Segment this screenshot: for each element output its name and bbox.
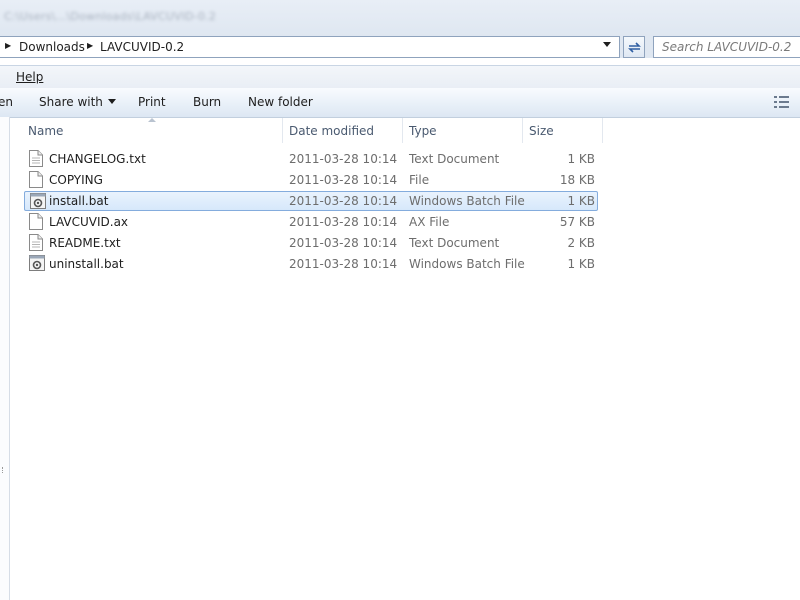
new-folder-button[interactable]: New folder bbox=[248, 95, 313, 109]
share-with-label: Share with bbox=[39, 95, 103, 109]
file-date: 2011-03-28 10:14 bbox=[289, 152, 398, 166]
menu-help[interactable]: Help bbox=[16, 70, 43, 84]
menu-help-label: Help bbox=[16, 70, 44, 84]
column-header-type[interactable]: Type bbox=[409, 124, 437, 138]
file-row-selected[interactable]: install.bat 2011-03-28 10:14 Windows Bat… bbox=[24, 191, 598, 211]
print-button[interactable]: Print bbox=[138, 95, 166, 109]
file-type: Text Document bbox=[409, 152, 500, 166]
breadcrumb-current-folder[interactable]: LAVCUVID-0.2 bbox=[100, 40, 184, 54]
file-row[interactable]: README.txt 2011-03-28 10:14 Text Documen… bbox=[24, 233, 598, 253]
menu-bar: Help bbox=[0, 65, 800, 88]
file-icon bbox=[29, 213, 43, 230]
file-size: 1 KB bbox=[567, 257, 595, 271]
file-date: 2011-03-28 10:14 bbox=[289, 236, 398, 250]
address-dropdown-icon[interactable] bbox=[603, 42, 611, 47]
refresh-button[interactable] bbox=[623, 36, 645, 58]
file-name: README.txt bbox=[49, 236, 121, 250]
file-row[interactable]: CHANGELOG.txt 2011-03-28 10:14 Text Docu… bbox=[24, 149, 598, 169]
column-header-name[interactable]: Name bbox=[28, 124, 63, 138]
file-row[interactable]: uninstall.bat 2011-03-28 10:14 Windows B… bbox=[24, 254, 598, 274]
column-divider[interactable] bbox=[522, 118, 523, 143]
file-type: File bbox=[409, 173, 430, 187]
file-type: Windows Batch File bbox=[409, 194, 525, 208]
file-date: 2011-03-28 10:14 bbox=[289, 173, 398, 187]
breadcrumb-downloads[interactable]: Downloads bbox=[19, 40, 85, 54]
file-name: install.bat bbox=[49, 194, 109, 208]
column-header-date[interactable]: Date modified bbox=[289, 124, 374, 138]
file-date: 2011-03-28 10:14 bbox=[289, 215, 398, 229]
file-size: 1 KB bbox=[567, 194, 595, 208]
open-button[interactable]: en bbox=[0, 95, 13, 109]
resize-grip-icon[interactable] bbox=[2, 467, 6, 473]
breadcrumb-arrow-icon[interactable]: ▶ bbox=[87, 41, 93, 50]
file-size: 2 KB bbox=[567, 236, 595, 250]
search-input[interactable]: Search LAVCUVID-0.2 bbox=[653, 36, 800, 58]
column-header-row: Name Date modified Type Size bbox=[10, 118, 800, 143]
share-with-button[interactable]: Share with bbox=[39, 95, 116, 109]
batch-file-icon bbox=[29, 255, 45, 271]
column-divider[interactable] bbox=[402, 118, 403, 143]
file-name: LAVCUVID.ax bbox=[49, 215, 129, 229]
file-name: uninstall.bat bbox=[49, 257, 124, 271]
navigation-pane-edge[interactable] bbox=[0, 117, 10, 600]
address-row: ▶ Downloads ▶ LAVCUVID-0.2 Search LAVCUV… bbox=[0, 36, 800, 58]
breadcrumb-arrow-icon[interactable]: ▶ bbox=[5, 41, 11, 50]
batch-file-icon bbox=[30, 193, 46, 209]
file-size: 57 KB bbox=[559, 215, 595, 229]
file-size: 18 KB bbox=[559, 173, 595, 187]
file-type: AX File bbox=[409, 215, 450, 229]
window-title: C:\Users\...\Downloads\LAVCUVID-0.2 bbox=[4, 10, 217, 23]
column-divider[interactable] bbox=[282, 118, 283, 143]
file-name: CHANGELOG.txt bbox=[49, 152, 146, 166]
chevron-down-icon bbox=[107, 99, 116, 104]
command-bar: en Share with Print Burn New folder bbox=[0, 88, 800, 118]
burn-button[interactable]: Burn bbox=[193, 95, 221, 109]
text-document-icon bbox=[29, 150, 43, 167]
file-type: Windows Batch File bbox=[409, 257, 525, 271]
view-options-icon[interactable] bbox=[774, 96, 790, 108]
column-header-size[interactable]: Size bbox=[529, 124, 554, 138]
file-date: 2011-03-28 10:14 bbox=[289, 257, 398, 271]
refresh-icon bbox=[628, 42, 641, 53]
file-name: COPYING bbox=[49, 173, 103, 187]
text-document-icon bbox=[29, 234, 43, 251]
file-row[interactable]: COPYING 2011-03-28 10:14 File 18 KB bbox=[24, 170, 598, 190]
file-size: 1 KB bbox=[567, 152, 595, 166]
file-date: 2011-03-28 10:14 bbox=[289, 194, 398, 208]
column-divider[interactable] bbox=[602, 118, 603, 143]
address-bar[interactable]: ▶ Downloads ▶ LAVCUVID-0.2 bbox=[0, 36, 620, 58]
file-row[interactable]: LAVCUVID.ax 2011-03-28 10:14 AX File 57 … bbox=[24, 212, 598, 232]
window-title-bar: C:\Users\...\Downloads\LAVCUVID-0.2 bbox=[0, 0, 800, 36]
file-type: Text Document bbox=[409, 236, 500, 250]
file-icon bbox=[29, 171, 43, 188]
